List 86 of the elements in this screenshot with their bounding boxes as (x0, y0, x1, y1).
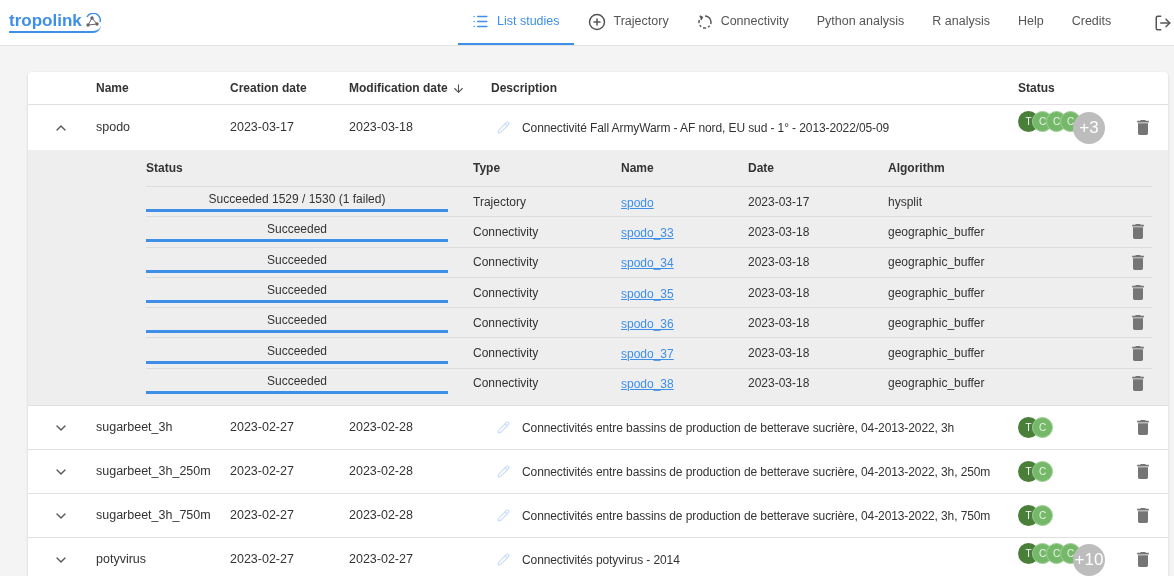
nav-tab[interactable]: Trajectory (573, 0, 683, 45)
creation-date: 2023-02-27 (230, 463, 295, 481)
modification-date: 2023-02-28 (349, 463, 414, 481)
column-header[interactable]: Description (491, 79, 557, 97)
delete-icon[interactable] (1137, 464, 1149, 480)
creation-date: 2023-03-17 (230, 119, 295, 137)
status-avatar: C (1032, 505, 1053, 527)
delete-icon[interactable] (1137, 508, 1149, 524)
refresh-icon (696, 13, 713, 30)
job-date: 2023-03-18 (748, 223, 811, 241)
creation-date: 2023-02-27 (230, 419, 295, 437)
more-avatar: +3 (1073, 112, 1105, 144)
nav-tab[interactable]: Credits (1057, 0, 1126, 45)
modification-date: 2023-02-28 (349, 419, 414, 437)
job-type: Connectivity (473, 254, 540, 272)
column-header[interactable]: Status (1018, 79, 1055, 97)
logout-icon[interactable] (1154, 13, 1172, 32)
job-type: Connectivity (473, 375, 540, 393)
column-header: Type (473, 160, 502, 177)
job-status: Succeeded (265, 342, 328, 359)
job-algorithm: hysplit (888, 193, 923, 211)
column-header[interactable]: Modification date (349, 79, 448, 97)
column-header[interactable]: Creation date (230, 79, 307, 97)
delete-icon[interactable] (1132, 375, 1144, 391)
delete-icon[interactable] (1132, 224, 1144, 240)
study-name: sugarbeet_3h_250m (96, 463, 212, 481)
study-description: Connectivités entre bassins de production de betterave sucrière, 04-2013-2022, 3h (522, 419, 955, 437)
column-header: Algorithm (888, 160, 946, 177)
column-header: Name (621, 160, 655, 177)
job-algorithm: geographic_buffer (888, 345, 986, 363)
job-date: 2023-03-18 (748, 375, 811, 393)
job-type: Connectivity (473, 314, 540, 332)
nav-tab[interactable]: List studies (458, 0, 574, 45)
column-header: Status (146, 160, 184, 177)
job-status: Succeeded (265, 372, 328, 389)
study-name: potyvirus (96, 551, 148, 569)
job-algorithm: geographic_buffer (888, 314, 986, 332)
job-type: Connectivity (473, 223, 540, 241)
job-algorithm: geographic_buffer (888, 254, 986, 272)
job-date: 2023-03-18 (748, 314, 811, 332)
status-avatar: C (1032, 461, 1053, 483)
delete-icon[interactable] (1137, 552, 1149, 568)
status-avatar: C (1032, 417, 1053, 439)
job-status: Succeeded (265, 251, 328, 268)
creation-date: 2023-02-27 (230, 507, 295, 525)
study-description: Connectivités potyvirus - 2014 (522, 551, 680, 569)
nav-tab[interactable]: Connectivity (682, 0, 803, 45)
delete-icon[interactable] (1137, 120, 1149, 135)
delete-icon[interactable] (1132, 315, 1144, 331)
job-date: 2023-03-17 (748, 193, 811, 211)
study-description: Connectivité Fall ArmyWarm - AF nord, EU sud - 1° - 2013-2022/05-09 (522, 119, 890, 137)
study-name: sugarbeet_3h (96, 419, 174, 437)
job-type: Connectivity (473, 345, 540, 363)
list-icon (472, 13, 489, 30)
nav-tab[interactable]: Help (1003, 0, 1058, 45)
job-status: Succeeded (265, 221, 328, 238)
more-avatar: +10 (1073, 544, 1105, 576)
delete-icon[interactable] (1137, 420, 1149, 436)
delete-icon[interactable] (1132, 285, 1144, 301)
job-date: 2023-03-18 (748, 284, 811, 302)
sort-arrow-icon[interactable] (451, 81, 465, 95)
nav-tab[interactable]: Python analysis (802, 0, 919, 45)
column-header[interactable]: Name (96, 79, 129, 97)
nav-tab[interactable]: R analysis (918, 0, 1004, 45)
job-type: Trajectory (473, 193, 527, 211)
modification-date: 2023-02-28 (349, 507, 414, 525)
job-algorithm: geographic_buffer (888, 375, 986, 393)
job-status: Succeeded 1529 / 1530 (1 failed) (207, 191, 387, 208)
add-circle-icon (587, 12, 606, 31)
job-date: 2023-03-18 (748, 345, 811, 363)
job-algorithm: geographic_buffer (888, 284, 986, 302)
job-status: Succeeded (265, 282, 328, 299)
study-name: spodo (96, 119, 132, 137)
modification-date: 2023-02-27 (349, 551, 414, 569)
study-name: sugarbeet_3h_750m (96, 507, 212, 525)
delete-icon[interactable] (1132, 254, 1144, 270)
delete-icon[interactable] (1132, 345, 1144, 361)
job-date: 2023-03-18 (748, 254, 811, 272)
study-description: Connectivités entre bassins de production de betterave sucrière, 04-2013-2022, 3h, 750m (522, 507, 991, 525)
job-status: Succeeded (265, 312, 328, 329)
column-header: Date (748, 160, 775, 177)
job-type: Connectivity (473, 284, 540, 302)
creation-date: 2023-02-27 (230, 551, 295, 569)
job-algorithm: geographic_buffer (888, 223, 986, 241)
study-description: Connectivités entre bassins de production de betterave sucrière, 04-2013-2022, 3h, 250m (522, 463, 991, 481)
modification-date: 2023-03-18 (349, 119, 414, 137)
